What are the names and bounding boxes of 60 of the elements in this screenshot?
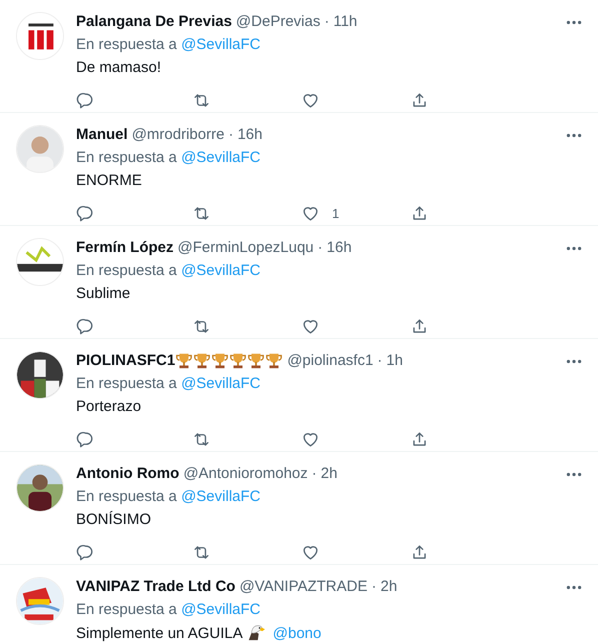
more-icon[interactable] bbox=[566, 472, 582, 476]
handle[interactable]: @DePrevias bbox=[236, 12, 320, 32]
reply-icon[interactable] bbox=[76, 430, 95, 449]
display-name[interactable]: Palangana De Previas bbox=[76, 12, 232, 32]
more-icon[interactable] bbox=[566, 584, 582, 590]
handle[interactable]: @FerminLopezLuqu bbox=[178, 238, 314, 258]
trophy-icon bbox=[229, 352, 248, 370]
separator-dot: · bbox=[318, 238, 323, 258]
like-count: 1 bbox=[332, 205, 340, 223]
reply-icon[interactable] bbox=[76, 91, 95, 110]
handle[interactable]: @Antonioromohoz bbox=[183, 464, 308, 484]
timestamp[interactable]: 1h bbox=[386, 351, 403, 371]
display-name[interactable]: Fermín López bbox=[76, 238, 174, 258]
reply-icon[interactable] bbox=[76, 204, 95, 224]
heart-icon[interactable] bbox=[301, 204, 320, 224]
reply-context: En respuesta a @SevillaFC bbox=[76, 35, 262, 55]
trophy-icon bbox=[247, 352, 266, 370]
tweet-text: Porterazo bbox=[76, 397, 142, 417]
display-name[interactable]: PIOLINASFC1 bbox=[76, 351, 176, 371]
more-icon[interactable] bbox=[566, 358, 582, 364]
reply-context: En respuesta a @SevillaFC bbox=[76, 148, 262, 168]
timestamp[interactable]: 16h bbox=[326, 238, 352, 258]
tweet-text: De mamaso! bbox=[76, 58, 162, 78]
heart-icon[interactable] bbox=[301, 430, 320, 449]
handle[interactable]: @piolinasfc1 bbox=[287, 351, 374, 371]
trophy-icon bbox=[193, 352, 212, 370]
tweet-text: BONÍSIMO bbox=[76, 510, 152, 530]
reply-context: En respuesta a @SevillaFC bbox=[76, 374, 262, 394]
reply-icon[interactable] bbox=[76, 317, 95, 336]
heart-icon[interactable] bbox=[301, 91, 320, 110]
trophy-icon bbox=[265, 352, 284, 370]
display-name[interactable]: VANIPAZ Trade Ltd Co bbox=[76, 577, 236, 597]
more-icon[interactable] bbox=[566, 132, 582, 138]
separator-dot: · bbox=[371, 577, 376, 597]
tweet-text: ENORME bbox=[76, 171, 143, 191]
separator-dot: · bbox=[324, 12, 330, 32]
timestamp[interactable]: 16h bbox=[237, 125, 262, 145]
separator-dot: · bbox=[312, 464, 317, 484]
display-name[interactable]: Manuel bbox=[76, 125, 128, 145]
heart-icon[interactable] bbox=[301, 317, 320, 336]
handle[interactable]: @VANIPAZTRADE bbox=[239, 577, 368, 597]
tweet-text: Sublime bbox=[76, 284, 132, 304]
eagle-icon bbox=[246, 623, 265, 641]
reply-icon[interactable] bbox=[76, 543, 95, 562]
more-icon[interactable] bbox=[566, 246, 582, 250]
display-name[interactable]: Antonio Romo bbox=[76, 464, 180, 484]
timestamp[interactable]: 11h bbox=[333, 12, 358, 32]
reply-context: En respuesta a @SevillaFC bbox=[76, 261, 262, 281]
timestamp[interactable]: 2h bbox=[320, 464, 338, 484]
handle[interactable]: @mrodriborre bbox=[132, 125, 224, 145]
separator-dot: · bbox=[377, 351, 382, 371]
more-icon[interactable] bbox=[566, 20, 582, 24]
reply-context: En respuesta a @SevillaFC bbox=[76, 487, 262, 507]
separator-dot: · bbox=[228, 125, 234, 145]
trophy-icon bbox=[211, 352, 230, 370]
trophy-icon bbox=[175, 352, 194, 370]
timestamp[interactable]: 2h bbox=[380, 577, 398, 597]
heart-icon[interactable] bbox=[301, 543, 320, 562]
reply-context: En respuesta a @SevillaFC bbox=[76, 600, 262, 620]
tweet-text: Simplemente un AGUILA @bono bbox=[76, 623, 322, 644]
